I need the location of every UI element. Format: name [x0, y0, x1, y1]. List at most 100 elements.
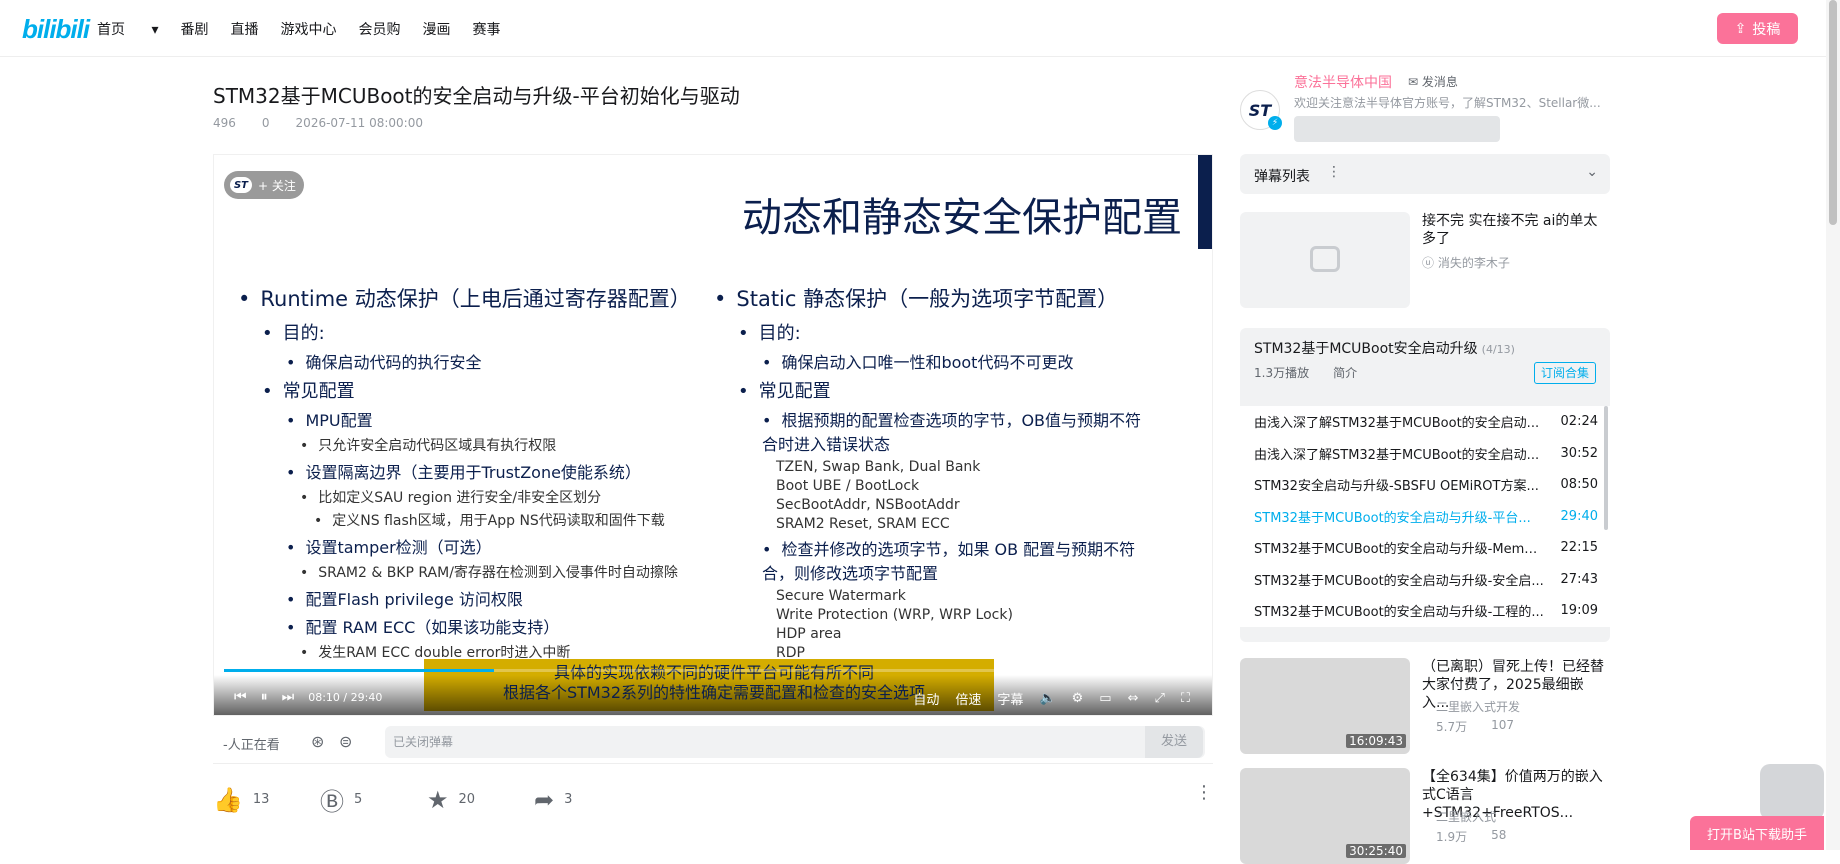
- danmaku-list-label: 弹幕列表: [1254, 169, 1310, 185]
- star-icon: ★: [427, 785, 449, 814]
- fullscreen-icon[interactable]: ⛶: [1181, 691, 1190, 706]
- left-mpu-sub: 只允许安全启动代码区域具有执行权限: [318, 438, 557, 454]
- nav-live[interactable]: 直播: [230, 19, 258, 39]
- follow-pill[interactable]: ST + 关注: [224, 171, 304, 199]
- widescreen-icon[interactable]: ⇔: [1128, 691, 1139, 706]
- video-thumbnail[interactable]: [1240, 212, 1410, 308]
- playlist-item-title: STM32基于MCUBoot的安全启动与升级-安全启...: [1254, 573, 1544, 589]
- thumbs-up-icon: 👍: [213, 785, 243, 814]
- download-helper-button[interactable]: 打开B站下载助手: [1690, 816, 1824, 850]
- chat-float-icon[interactable]: [1760, 764, 1824, 820]
- ob1-item: SRAM2 Reset, SRAM ECC: [776, 516, 950, 532]
- danmaku-settings-icon[interactable]: ⊜: [339, 732, 352, 751]
- prev-icon[interactable]: ⏮: [234, 689, 247, 705]
- progress-fill: [224, 669, 494, 672]
- page-scrollbar[interactable]: [1826, 0, 1840, 850]
- left-ram: 配置 RAM ECC（如果该功能支持）: [305, 618, 560, 637]
- ob2-item: Secure Watermark: [776, 588, 906, 604]
- settings-icon[interactable]: ⚙: [1072, 691, 1084, 706]
- recommend-stats: 5.7万 107: [1436, 718, 1514, 734]
- playlist-item[interactable]: STM32基于MCUBoot的安全启动与升级-安全启... 27:43: [1240, 564, 1610, 596]
- left-tamper: 设置tamper检测（可选）: [305, 538, 492, 557]
- left-goal: 目的:: [282, 323, 325, 344]
- send-button[interactable]: 发送: [1145, 726, 1203, 758]
- playlist-item-duration: 02:24: [1560, 414, 1598, 430]
- nav-mall[interactable]: 会员购: [358, 19, 400, 39]
- left-tamper-sub: SRAM2 & BKP RAM/寄存器在检测到入侵事件时自动擦除: [318, 565, 678, 581]
- playlist-intro[interactable]: 简介: [1333, 364, 1357, 381]
- recommend-uploader: ⓤ 消失的李木子: [1422, 256, 1510, 270]
- video-player[interactable]: 动态和静态安全保护配置 ST + 关注 • Runtime 动态保护（上电后通过寄…: [213, 154, 1213, 716]
- bilibili-logo[interactable]: bilibili: [22, 14, 90, 45]
- recommend-item[interactable]: 16:09:43 （已离职）冒死上传！已经替大家付费了，2025最细嵌入... …: [1240, 658, 1610, 754]
- chevron-down-icon[interactable]: ⌄: [1586, 164, 1598, 180]
- pip-icon[interactable]: ▭: [1099, 691, 1111, 706]
- video-meta: 496 0 2026-07-11 08:00:00: [213, 116, 443, 130]
- uploader-desc: 欢迎关注意法半导体官方账号，了解STM32、Stellar微...: [1294, 96, 1601, 110]
- video-thumbnail[interactable]: 16:09:43: [1240, 658, 1410, 754]
- nav-anime[interactable]: 番剧: [180, 19, 208, 39]
- danmaku-input[interactable]: 已关闭弹幕: [385, 726, 1205, 758]
- playlist-item[interactable]: STM32基于MCUBoot的安全启动与升级-工程的... 19:09: [1240, 595, 1610, 627]
- playlist-items: 由浅入深了解STM32基于MCUBoot的安全启动... 02:24 由浅入深了解S…: [1240, 406, 1610, 627]
- left-mpu: MPU配置: [305, 411, 373, 430]
- ob1-item: SecBootAddr, NSBootAddr: [776, 497, 960, 513]
- share-button[interactable]: ➦ 3: [534, 786, 641, 814]
- playlist-item-title: STM32基于MCUBoot的安全启动与升级-工程的...: [1254, 605, 1544, 621]
- upload-button[interactable]: ⇪ 投稿: [1717, 13, 1798, 44]
- message-button[interactable]: ✉ 发消息: [1408, 73, 1458, 90]
- left-iso-sub1: 比如定义SAU region 进行安全/非安全区划分: [318, 490, 602, 506]
- playlist-item[interactable]: STM32基于MCUBoot的安全启动与升级-平台... 29:40: [1240, 501, 1610, 533]
- controls-right: 自动 倍速 字幕 🔈 ⚙ ▭ ⇔ ⤢ ⛶: [913, 689, 1190, 708]
- duration-badge: 16:09:43: [1346, 734, 1406, 748]
- view-count: 496: [213, 116, 236, 130]
- scroll-thumb[interactable]: [1829, 0, 1837, 225]
- playlist-item-title: STM32安全启动与升级-SBSFU OEMiROT方案...: [1254, 479, 1539, 495]
- subtitle-button[interactable]: 字幕: [997, 689, 1023, 708]
- nav-match[interactable]: 赛事: [472, 19, 500, 39]
- quality-button[interactable]: 自动: [913, 689, 939, 708]
- video-actions: 👍 13 Ⓑ 5 ★ 20 ➦ 3 ⋮: [213, 782, 1213, 817]
- more-icon[interactable]: ⋮: [1327, 164, 1341, 180]
- speed-button[interactable]: 倍速: [955, 689, 981, 708]
- subscribe-collection-button[interactable]: 订阅合集: [1533, 362, 1596, 384]
- playlist-item[interactable]: STM32基于MCUBoot的安全启动与升级-Memor... 22:15: [1240, 532, 1610, 564]
- danmaku-list-header[interactable]: 弹幕列表 ⋮ ⌄: [1240, 154, 1610, 194]
- right-common: 常见配置: [758, 381, 831, 402]
- playlist-scrollbar[interactable]: [1604, 406, 1608, 530]
- playlist-item[interactable]: 由浅入深了解STM32基于MCUBoot的安全启动... 02:24: [1240, 406, 1610, 438]
- webfullscreen-icon[interactable]: ⤢: [1154, 691, 1164, 706]
- coin-button[interactable]: Ⓑ 5: [320, 782, 427, 817]
- next-icon[interactable]: ⏭: [282, 689, 295, 705]
- more-options-icon[interactable]: ⋮: [1195, 782, 1213, 803]
- duration-badge: 30:25:40: [1346, 844, 1406, 858]
- follow-button[interactable]: [1294, 116, 1500, 142]
- pause-icon[interactable]: ⏸: [261, 689, 268, 705]
- danmaku-bar: -人正在看 ⊛ ⊜ 已关闭弹幕 发送: [213, 718, 1213, 764]
- playlist-item[interactable]: 由浅入深了解STM32基于MCUBoot的安全启动... 30:52: [1240, 438, 1610, 470]
- nav-manga[interactable]: 漫画: [422, 19, 450, 39]
- subtitle-line-1: 具体的实现依赖不同的硬件平台可能有所不同: [553, 663, 874, 682]
- ob1-item: TZEN, Swap Bank, Dual Bank: [776, 459, 981, 475]
- playlist-item-duration: 27:43: [1560, 571, 1598, 587]
- right-l1: Static 静态保护（一般为选项字节配置）: [736, 287, 1119, 311]
- recommend-title[interactable]: 接不完 实在接不完 ai的单太多了: [1422, 212, 1610, 248]
- danmaku-toggle-icon[interactable]: ⊛: [311, 732, 324, 751]
- slide-accent-bar: [1198, 155, 1212, 249]
- recommend-item[interactable]: 接不完 实在接不完 ai的单太多了 ⓤ 消失的李木子: [1240, 212, 1610, 308]
- uploader-name[interactable]: 意法半导体中国: [1294, 72, 1392, 92]
- favorite-button[interactable]: ★ 20: [427, 786, 534, 814]
- like-button[interactable]: 👍 13: [213, 786, 320, 814]
- right-ob2: 检查并修改的选项字节，如果 OB 配置与预期不符合，则修改选项字节配置: [762, 540, 1136, 583]
- playlist-item[interactable]: STM32安全启动与升级-SBSFU OEMiROT方案... 08:50: [1240, 469, 1610, 501]
- nav-home[interactable]: 首页 ▾: [97, 19, 158, 39]
- share-count: 3: [564, 792, 573, 807]
- left-iso: 设置隔离边界（主要用于TrustZone使能系统）: [305, 463, 641, 482]
- left-common: 常见配置: [282, 381, 355, 402]
- volume-icon[interactable]: 🔈: [1039, 691, 1055, 706]
- nav-game[interactable]: 游戏中心: [280, 19, 336, 39]
- coin-count: 5: [354, 792, 363, 807]
- progress-bar[interactable]: [224, 669, 1204, 672]
- playlist-item-title: STM32基于MCUBoot的安全启动与升级-平台...: [1254, 510, 1531, 526]
- recommend-uploader: 二里嵌入式开发: [1436, 700, 1521, 714]
